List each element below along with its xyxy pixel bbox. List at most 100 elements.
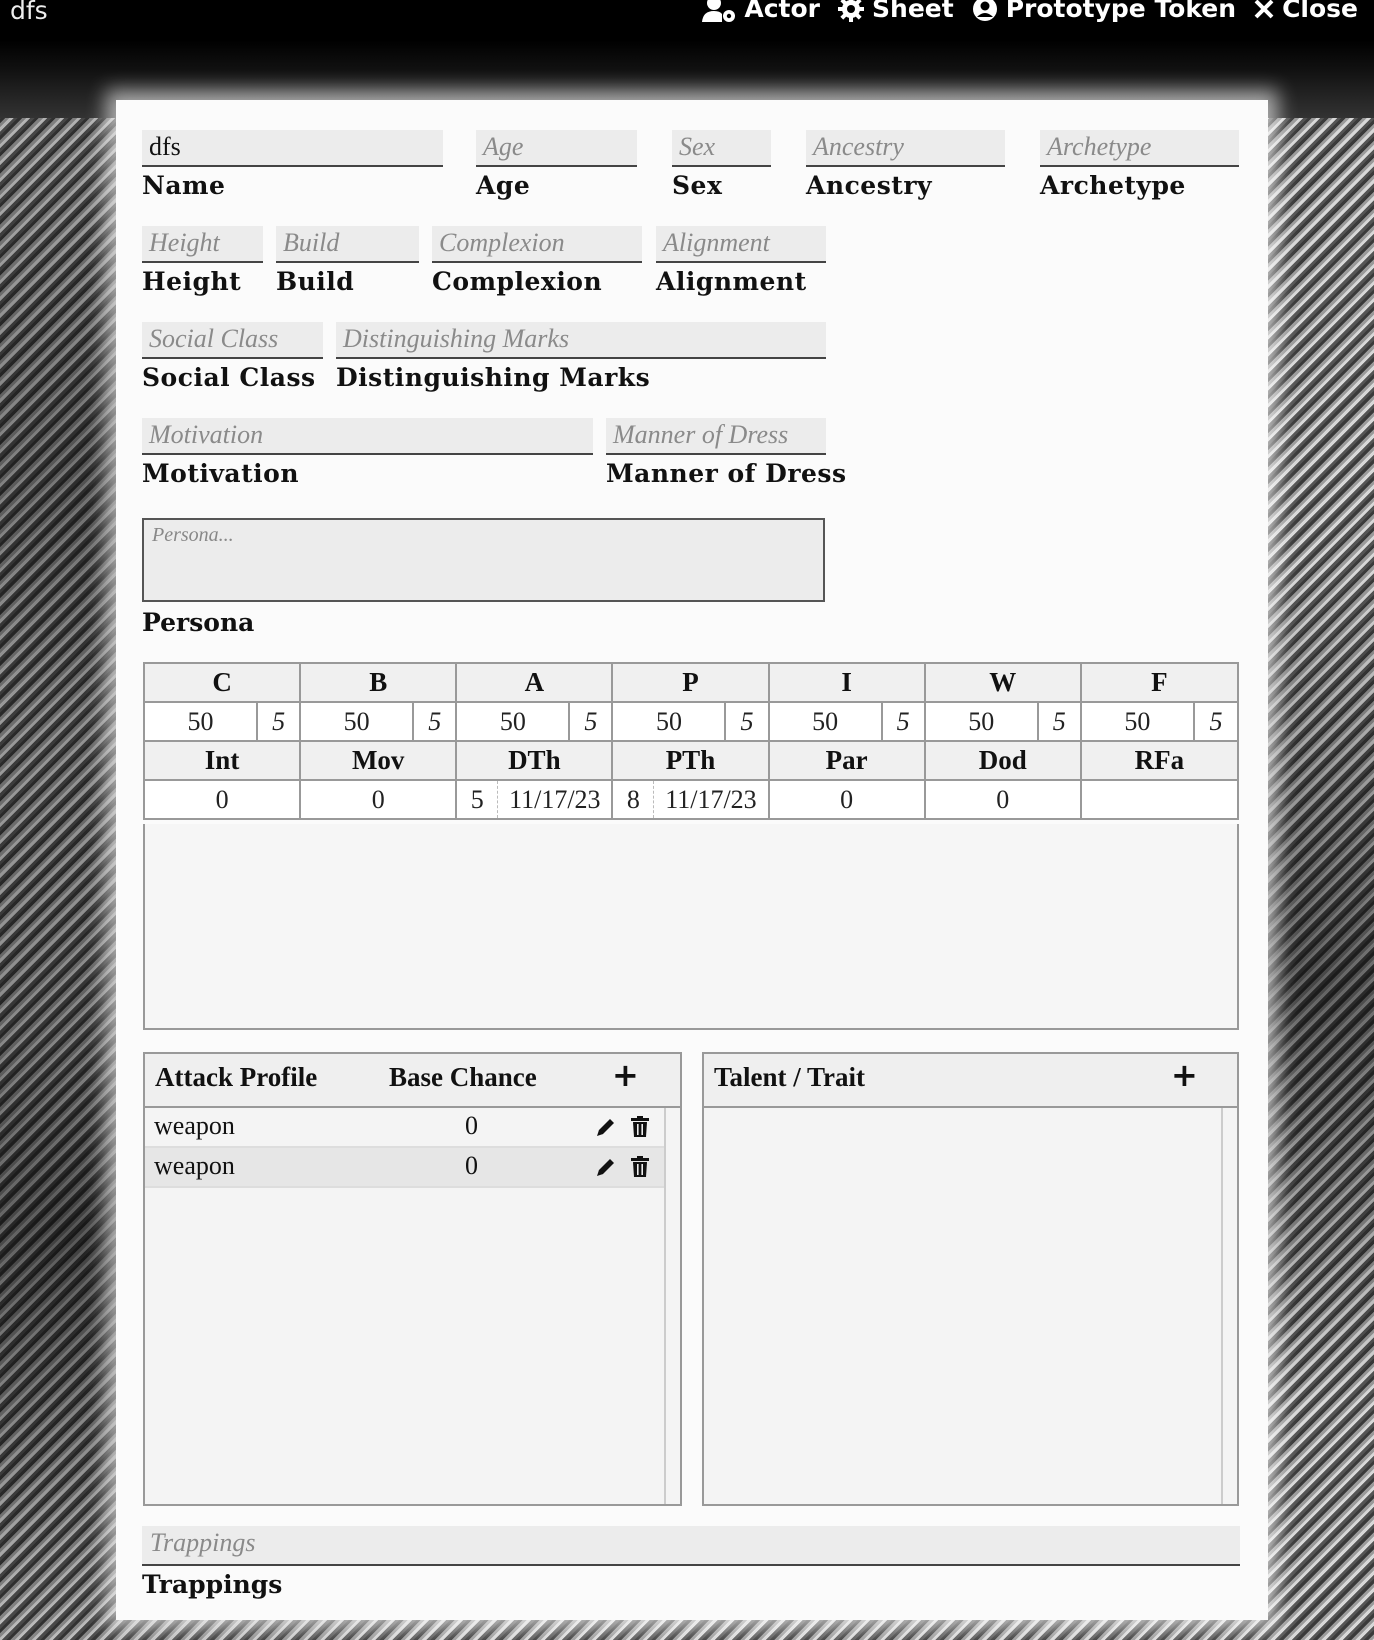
build-input[interactable]: Build <box>276 226 419 263</box>
stat-value-p[interactable]: 50 <box>611 701 727 742</box>
manner-of-dress-input[interactable]: Manner of Dress <box>606 418 826 455</box>
derived-header-dth: DTh <box>455 740 614 781</box>
stat-bonus-a: 5 <box>568 701 614 742</box>
distinguishing-marks-input[interactable]: Distinguishing Marks <box>336 322 826 359</box>
derived-value-rfa[interactable] <box>1079 779 1240 820</box>
stats-blank-area <box>143 824 1239 1030</box>
trappings-label: Trappings <box>142 1570 283 1599</box>
complexion-input[interactable]: Complexion <box>432 226 642 263</box>
complexion-field-group: Complexion Complexion <box>432 226 642 296</box>
trappings-input[interactable]: Trappings <box>142 1526 1240 1566</box>
stat-value-c[interactable]: 50 <box>142 701 259 742</box>
attack-chance: 0 <box>465 1151 478 1180</box>
trash-icon[interactable] <box>630 1155 650 1185</box>
alignment-field-group: Alignment Alignment <box>656 226 826 296</box>
trash-icon[interactable] <box>630 1115 650 1145</box>
height-input[interactable]: Height <box>142 226 263 263</box>
derived-header-dod: Dod <box>923 740 1082 781</box>
attack-list: weapon 0 weapon 0 <box>145 1108 666 1504</box>
stat-value-w[interactable]: 50 <box>923 701 1039 742</box>
derived-header-int: Int <box>142 740 302 781</box>
build-label: Build <box>276 267 355 296</box>
name-input[interactable]: dfs <box>142 130 443 167</box>
user-circle-icon <box>972 0 998 22</box>
alignment-label: Alignment <box>656 267 807 296</box>
stat-bonus-i: 5 <box>881 701 926 742</box>
social-class-input[interactable]: Social Class <box>142 322 323 359</box>
derived-value-dth[interactable]: 11/17/23 <box>498 785 611 815</box>
stat-value-f[interactable]: 50 <box>1079 701 1195 742</box>
window-controls: Actor Sheet Prototype Token Close <box>702 0 1358 23</box>
persona-textarea[interactable]: Persona... <box>142 518 825 602</box>
stat-header-w: W <box>923 662 1082 703</box>
add-attack-button[interactable]: + <box>612 1056 639 1094</box>
sex-input[interactable]: Sex <box>672 130 771 167</box>
stat-bonus-f: 5 <box>1193 701 1240 742</box>
gear-icon <box>838 0 865 22</box>
derived-header-rfa: RFa <box>1079 740 1240 781</box>
add-talent-button[interactable]: + <box>1171 1056 1198 1094</box>
trappings-field-group: Trappings Trappings <box>142 1526 1240 1599</box>
attack-name[interactable]: weapon <box>154 1151 235 1181</box>
stat-value-b[interactable]: 50 <box>299 701 415 742</box>
derived-pre-dth: 5 <box>457 781 499 818</box>
actor-sheet-window: dfs Actor Sheet Prototype Token Close df… <box>0 0 1374 1640</box>
actor-button-label: Actor <box>744 0 821 23</box>
motivation-label: Motivation <box>142 459 300 488</box>
attack-row: weapon 0 <box>145 1148 664 1188</box>
derived-cell-pth: 8 11/17/23 <box>611 779 770 820</box>
archetype-field-group: Archetype Archetype <box>1040 130 1239 200</box>
name-field-group: dfs Name <box>142 130 443 200</box>
sheet-button[interactable]: Sheet <box>838 0 954 23</box>
edit-pencil-icon[interactable] <box>595 1115 617 1145</box>
stat-value-i[interactable]: 50 <box>767 701 883 742</box>
age-field-group: Age Age <box>476 130 637 200</box>
attack-profile-panel: Attack Profile Base Chance + weapon 0 we… <box>143 1052 682 1506</box>
stat-header-p: P <box>611 662 770 703</box>
attack-name[interactable]: weapon <box>154 1111 235 1141</box>
name-label: Name <box>142 171 226 200</box>
archetype-input[interactable]: Archetype <box>1040 130 1239 167</box>
persona-label: Persona <box>142 608 255 637</box>
edit-pencil-icon[interactable] <box>595 1155 617 1185</box>
stat-value-a[interactable]: 50 <box>455 701 571 742</box>
attack-profile-heading: Attack Profile <box>155 1062 318 1092</box>
alignment-input[interactable]: Alignment <box>656 226 826 263</box>
derived-value-pth[interactable]: 11/17/23 <box>654 785 767 815</box>
close-button[interactable]: Close <box>1254 0 1358 23</box>
complexion-label: Complexion <box>432 267 603 296</box>
build-field-group: Build Build <box>276 226 419 296</box>
window-title: dfs <box>10 0 48 25</box>
prototype-token-button[interactable]: Prototype Token <box>972 0 1236 23</box>
derived-cell-dth: 5 11/17/23 <box>455 779 614 820</box>
sex-label: Sex <box>672 171 723 200</box>
motivation-field-group: Motivation Motivation <box>142 418 593 488</box>
distinguishing-marks-field-group: Distinguishing Marks Distinguishing Mark… <box>336 322 826 392</box>
ancestry-input[interactable]: Ancestry <box>806 130 1005 167</box>
manner-of-dress-label: Manner of Dress <box>606 459 847 488</box>
stat-bonus-p: 5 <box>724 701 770 742</box>
stat-bonus-b: 5 <box>412 701 458 742</box>
attack-chance: 0 <box>465 1111 478 1140</box>
derived-header-pth: PTh <box>611 740 770 781</box>
stat-header-i: I <box>767 662 926 703</box>
distinguishing-marks-label: Distinguishing Marks <box>336 363 651 392</box>
age-label: Age <box>476 171 531 200</box>
derived-value-dod[interactable]: 0 <box>923 779 1082 820</box>
height-field-group: Height Height <box>142 226 263 296</box>
derived-value-mov[interactable]: 0 <box>299 779 458 820</box>
talent-trait-panel: Talent / Trait + <box>702 1052 1239 1506</box>
ancestry-label: Ancestry <box>806 171 933 200</box>
prototype-token-label: Prototype Token <box>1005 0 1237 23</box>
derived-value-par[interactable]: 0 <box>767 779 926 820</box>
user-cog-icon <box>702 0 736 23</box>
ancestry-field-group: Ancestry Ancestry <box>806 130 1005 200</box>
sex-field-group: Sex Sex <box>672 130 771 200</box>
actor-button[interactable]: Actor <box>702 0 820 23</box>
talent-list <box>704 1108 1223 1504</box>
derived-value-int[interactable]: 0 <box>142 779 302 820</box>
stat-header-c: C <box>142 662 302 703</box>
stat-bonus-w: 5 <box>1037 701 1082 742</box>
motivation-input[interactable]: Motivation <box>142 418 593 455</box>
age-input[interactable]: Age <box>476 130 637 167</box>
